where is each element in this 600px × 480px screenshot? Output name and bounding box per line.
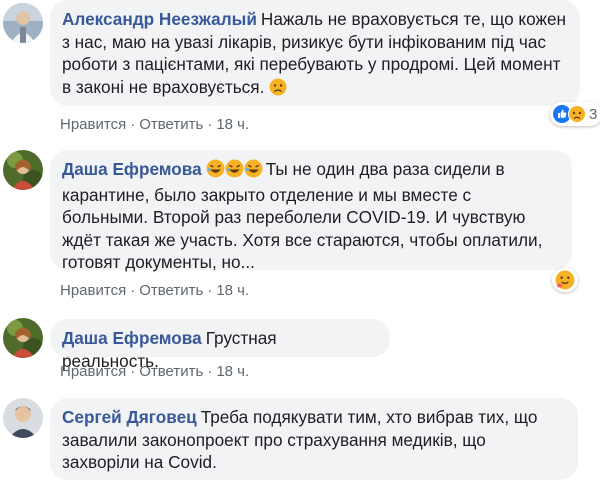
comment-actions: Нравится · Ответить · 18 ч. <box>60 282 250 299</box>
timestamp[interactable]: 18 ч. <box>216 116 249 133</box>
avatar[interactable] <box>3 318 43 358</box>
author-name[interactable]: Сергей Дяговец <box>62 407 197 427</box>
avatar[interactable] <box>3 3 43 43</box>
sad-face-icon <box>269 78 287 102</box>
comment-bubble: Александр Неезжалый Нажаль не враховуєтьс… <box>50 0 580 106</box>
comment-actions: Нравится · Ответить · 18 ч. <box>60 363 250 380</box>
reply-link[interactable]: Ответить <box>139 363 203 380</box>
sad-icon <box>568 105 586 123</box>
rofl-face-icon <box>244 159 263 184</box>
like-link[interactable]: Нравится <box>60 282 126 299</box>
rofl-face-icon <box>225 159 244 184</box>
reply-link[interactable]: Ответить <box>139 116 203 133</box>
author-name[interactable]: Александр Неезжалый <box>62 9 257 29</box>
like-link[interactable]: Нравится <box>60 116 126 133</box>
avatar[interactable] <box>3 150 43 190</box>
like-link[interactable]: Нравится <box>60 363 126 380</box>
avatar[interactable] <box>3 398 43 438</box>
comment-actions: Нравится · Ответить · 18 ч. <box>60 116 250 133</box>
author-name[interactable]: Даша Ефремова <box>62 159 202 179</box>
reaction-summary[interactable]: 3 <box>550 102 600 126</box>
reaction-count: 3 <box>589 105 598 123</box>
timestamp[interactable]: 18 ч. <box>216 282 249 299</box>
reply-link[interactable]: Ответить <box>139 282 203 299</box>
comment-bubble: Даша Ефремова Грустная реальность. <box>50 319 390 371</box>
rofl-face-icon <box>206 159 225 184</box>
timestamp[interactable]: 18 ч. <box>216 363 249 380</box>
author-name[interactable]: Даша Ефремова <box>62 328 202 348</box>
hug-icon <box>555 270 575 290</box>
comment-bubble: Даша Ефремова Ты не один два раза сидели … <box>50 150 572 272</box>
reaction-summary[interactable] <box>552 268 578 292</box>
comment-bubble: Сергей Дяговец Треба подякувати тим, хто … <box>50 398 578 480</box>
